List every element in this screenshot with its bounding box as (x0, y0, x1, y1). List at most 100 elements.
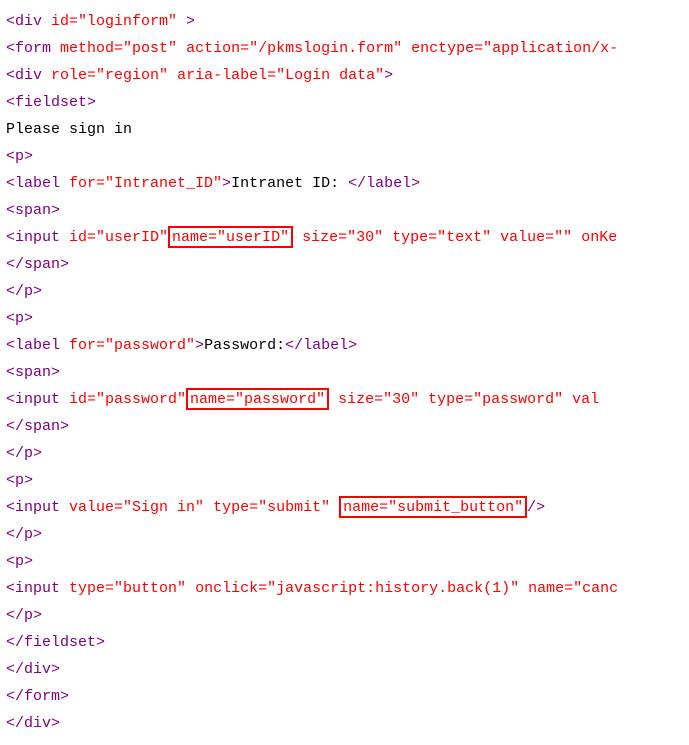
code-line: <input value="Sign in" type="submit" nam… (6, 494, 683, 521)
highlight-box: name="password" (186, 388, 329, 410)
code-token: for="Intranet_ID" (69, 175, 222, 192)
code-token (419, 391, 428, 408)
code-token: id="password" (69, 391, 186, 408)
code-token: <p> (6, 472, 33, 489)
code-line: <div id="loginform" > (6, 8, 683, 35)
code-token: <p> (6, 310, 33, 327)
code-token: aria-label="Login data" (177, 67, 384, 84)
code-token (168, 67, 177, 84)
code-token: </div> (6, 715, 60, 732)
code-token (563, 391, 572, 408)
code-line: </div> (6, 710, 683, 737)
code-token: type="text" (392, 229, 491, 246)
code-token (402, 40, 411, 57)
code-token: > (384, 67, 393, 84)
code-line: <span> (6, 359, 683, 386)
code-token: <input (6, 580, 69, 597)
code-line: </p> (6, 440, 683, 467)
code-token (330, 499, 339, 516)
code-token: <span> (6, 364, 60, 381)
code-token: id="userID" (69, 229, 168, 246)
code-token: <p> (6, 148, 33, 165)
code-token: </label> (285, 337, 357, 354)
code-line: <p> (6, 548, 683, 575)
code-token: onKe (581, 229, 617, 246)
code-token (329, 391, 338, 408)
code-line: </form> (6, 683, 683, 710)
code-token: > (195, 337, 204, 354)
code-token: type="submit" (213, 499, 330, 516)
code-token (204, 499, 213, 516)
code-token: val (572, 391, 599, 408)
code-token: type="button" (69, 580, 186, 597)
code-token: Password: (204, 337, 285, 354)
code-line: <p> (6, 305, 683, 332)
code-line: Please sign in (6, 116, 683, 143)
highlight-box: name="userID" (168, 226, 293, 248)
code-line: <input id="password"name="password" size… (6, 386, 683, 413)
code-token: </p> (6, 607, 42, 624)
code-token: value="Sign in" (69, 499, 204, 516)
code-token: action="/pkmslogin.form" (186, 40, 402, 57)
code-token: /> (527, 499, 545, 516)
code-token: type="password" (428, 391, 563, 408)
code-line: <span> (6, 197, 683, 224)
code-line: </span> (6, 413, 683, 440)
code-token (519, 580, 528, 597)
code-token: id="loginform" (51, 13, 177, 30)
code-line: <fieldset> (6, 89, 683, 116)
code-token: <label (6, 337, 69, 354)
code-token (383, 229, 392, 246)
code-line: <input type="button" onclick="javascript… (6, 575, 683, 602)
code-token: <p> (6, 553, 33, 570)
code-token: onclick="javascript:history.back(1)" (195, 580, 519, 597)
code-token: </span> (6, 256, 69, 273)
highlight-box: name="submit_button" (339, 496, 527, 518)
code-token: <form (6, 40, 60, 57)
code-token: <div (6, 13, 51, 30)
code-line: </p> (6, 602, 683, 629)
code-token: > (222, 175, 231, 192)
code-token: <label (6, 175, 69, 192)
code-token: <div (6, 67, 51, 84)
code-token: size="30" (338, 391, 419, 408)
code-token: Intranet ID: (231, 175, 348, 192)
code-line: <p> (6, 467, 683, 494)
code-line: </fieldset> (6, 629, 683, 656)
code-token: </p> (6, 526, 42, 543)
code-token: </span> (6, 418, 69, 435)
code-token (293, 229, 302, 246)
code-token: <input (6, 499, 69, 516)
code-token: Please sign in (6, 121, 132, 138)
code-line: <p> (6, 143, 683, 170)
code-line: <label for="Intranet_ID">Intranet ID: </… (6, 170, 683, 197)
code-token: value="" (500, 229, 572, 246)
code-token: method="post" (60, 40, 177, 57)
code-token (177, 40, 186, 57)
code-token: <fieldset> (6, 94, 96, 111)
code-token (572, 229, 581, 246)
code-token: <span> (6, 202, 60, 219)
code-token: > (177, 13, 195, 30)
code-token: for="password" (69, 337, 195, 354)
code-token: role="region" (51, 67, 168, 84)
code-line: </p> (6, 521, 683, 548)
code-token: name="canc (528, 580, 618, 597)
code-token: enctype="application/x- (411, 40, 618, 57)
code-token: </p> (6, 445, 42, 462)
code-line: <div role="region" aria-label="Login dat… (6, 62, 683, 89)
code-line: </div> (6, 656, 683, 683)
code-token: </label> (348, 175, 420, 192)
code-line: <label for="password">Password:</label> (6, 332, 683, 359)
code-token: <input (6, 229, 69, 246)
code-token (186, 580, 195, 597)
code-token: </fieldset> (6, 634, 105, 651)
code-token: size="30" (302, 229, 383, 246)
code-token: </form> (6, 688, 69, 705)
code-token (491, 229, 500, 246)
code-token: </p> (6, 283, 42, 300)
code-line: </p> (6, 278, 683, 305)
code-token: </div> (6, 661, 60, 678)
code-line: </span> (6, 251, 683, 278)
code-line: <form method="post" action="/pkmslogin.f… (6, 35, 683, 62)
